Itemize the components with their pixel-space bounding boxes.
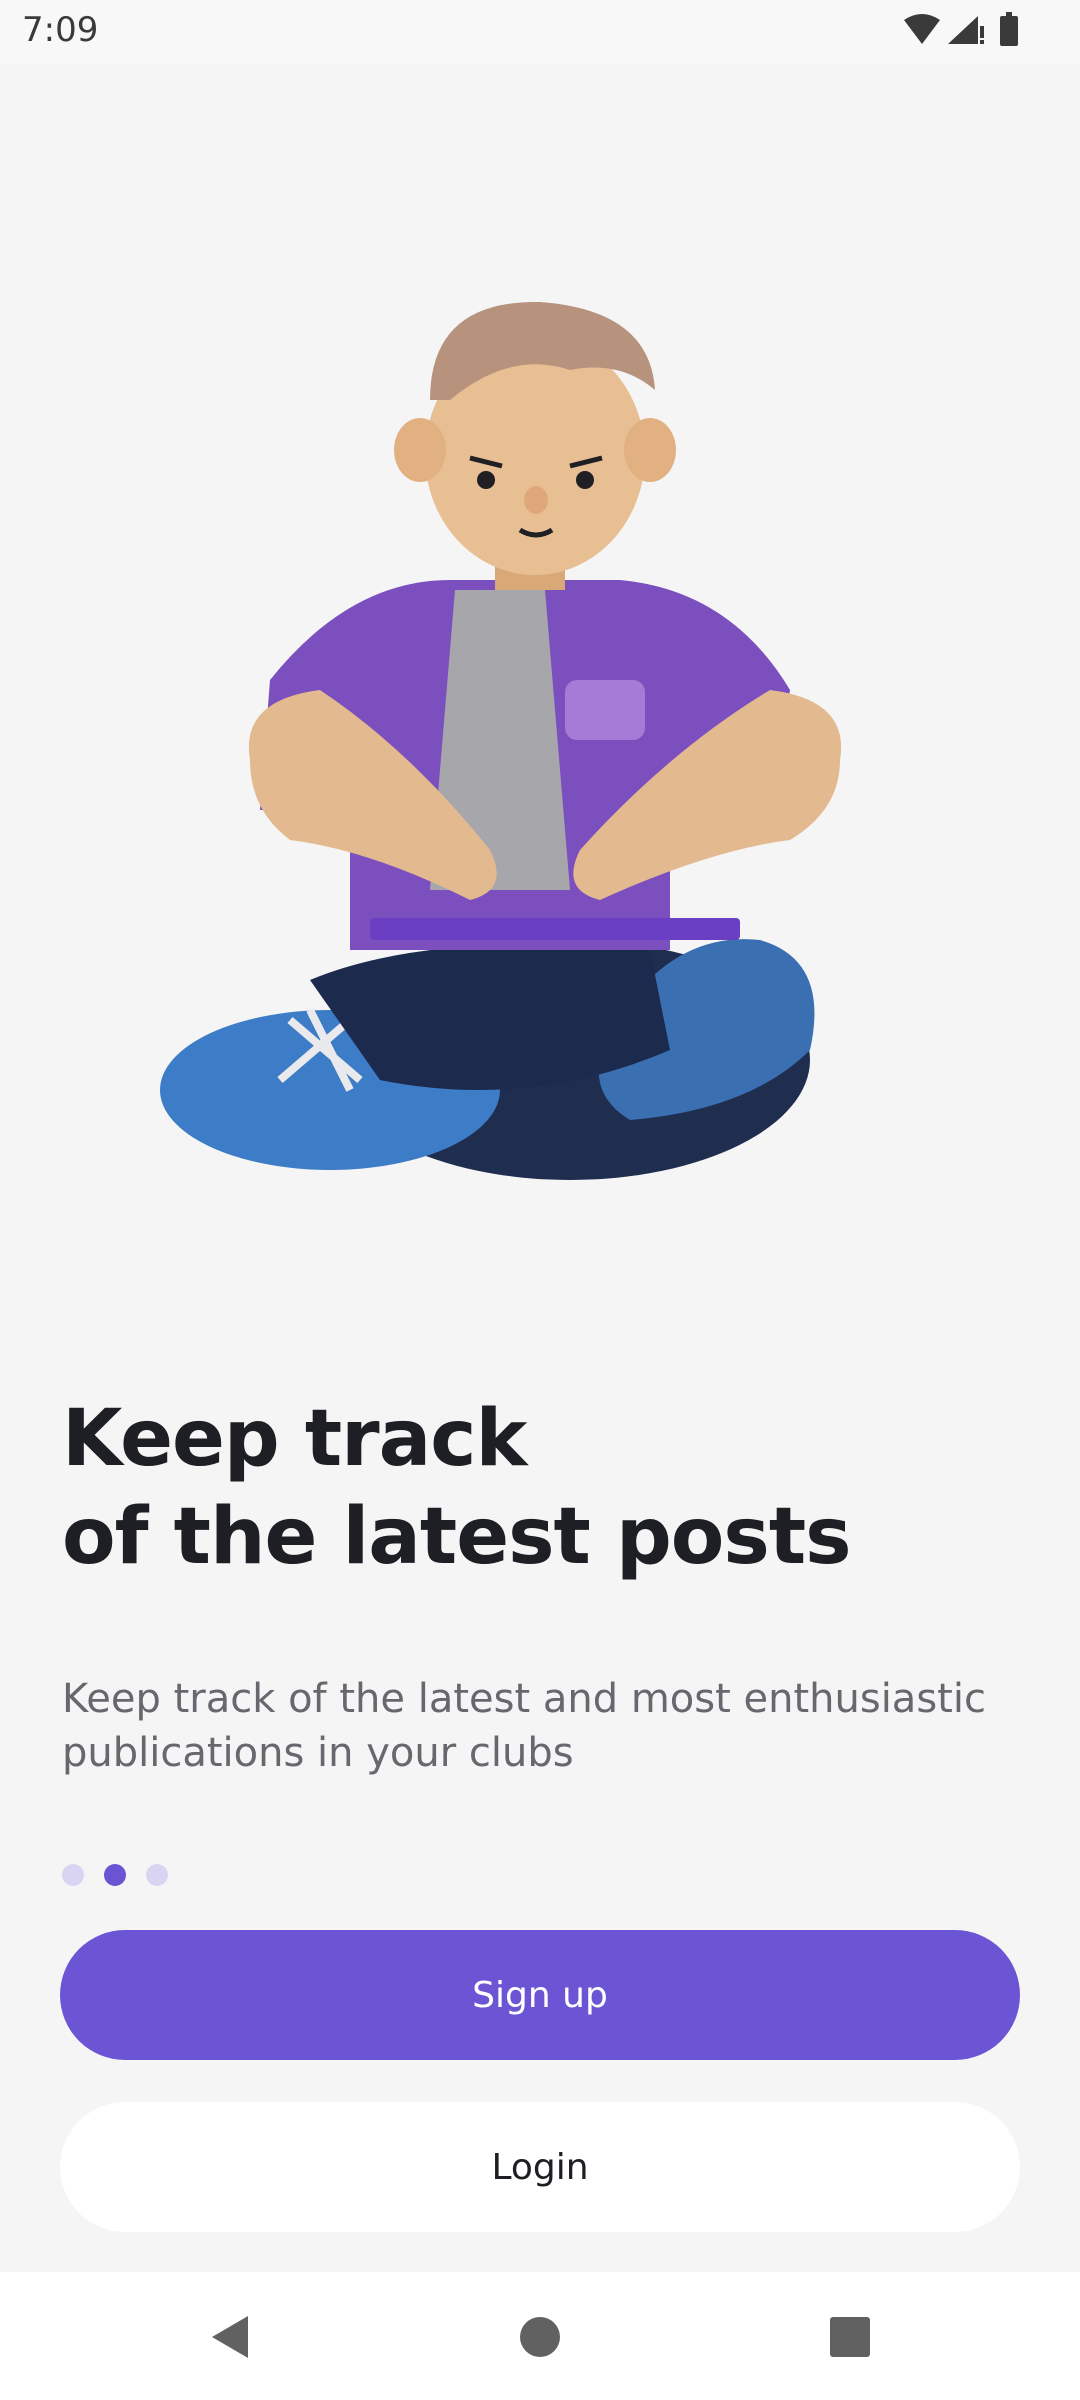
battery-icon <box>1000 12 1018 46</box>
status-bar: 7:09 <box>0 0 1080 64</box>
pagination-dot-3[interactable] <box>146 1864 168 1886</box>
signup-button[interactable]: Sign up <box>60 1930 1020 2060</box>
onboarding-subtitle: Keep track of the latest and most enthus… <box>62 1676 986 1776</box>
pagination-dot-2-active[interactable] <box>104 1864 126 1886</box>
recents-button[interactable] <box>815 2302 885 2372</box>
back-button[interactable] <box>195 2302 265 2372</box>
back-icon <box>212 2316 248 2358</box>
system-nav-bar <box>0 2272 1080 2400</box>
headline-line-2: of the latest posts <box>62 1492 852 1582</box>
character-laptop <box>370 918 740 940</box>
home-button[interactable] <box>505 2302 575 2372</box>
recents-icon <box>830 2317 870 2357</box>
onboarding-illustration <box>160 301 842 1180</box>
pagination-dot-1[interactable] <box>62 1864 84 1886</box>
login-button[interactable]: Login <box>60 2102 1020 2232</box>
wifi-icon <box>904 14 940 44</box>
status-icons <box>904 12 1018 46</box>
onboarding-headline: Keep track of the latest posts <box>62 1390 1022 1586</box>
pagination-dots <box>62 1864 168 1888</box>
cellular-signal-icon <box>948 16 984 44</box>
home-icon <box>520 2317 560 2357</box>
headline-line-1: Keep track <box>62 1394 527 1484</box>
status-time: 7:09 <box>22 10 99 50</box>
